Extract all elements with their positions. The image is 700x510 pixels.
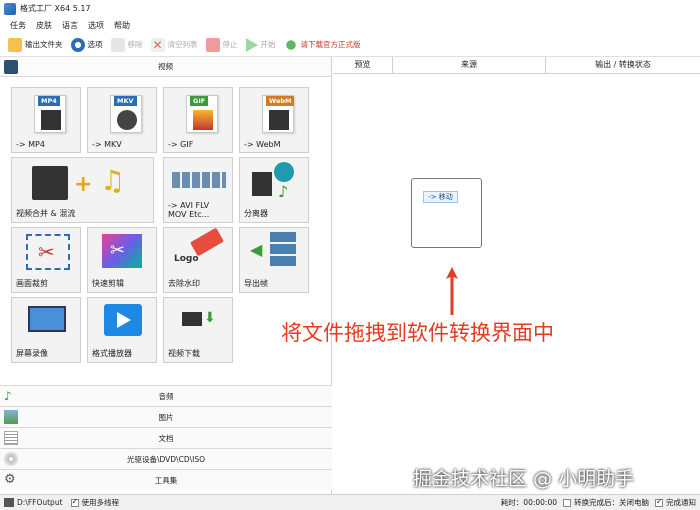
note-icon: ♪ xyxy=(278,182,289,201)
audio-icon: ♪ xyxy=(4,389,12,403)
output-folder-icon xyxy=(4,498,14,507)
clear-icon: ✕ xyxy=(150,37,165,52)
tile-to-gif[interactable]: GIF -> GIF xyxy=(163,87,233,153)
down-arrow-icon: ⬇ xyxy=(204,310,216,326)
status-bar: D:\FFOutput 使用多线程 耗时：00:00:00 转换完成后：关闭电脑… xyxy=(0,494,700,510)
output-folder-button[interactable]: 输出文件夹 xyxy=(8,37,63,52)
section-tools[interactable]: ⚙ 工具集 xyxy=(0,469,332,490)
left-panel: 视频 MP4 -> MP4 MKV -> MKV GIF -> GIF WebM… xyxy=(0,57,332,494)
music-note-icon: ♫ xyxy=(100,164,126,197)
drag-hint-text: 将文件拖拽到软件转换界面中 xyxy=(281,321,554,345)
toolbar: 输出文件夹 选项 移除 ✕ 清空列表 停止 开始 请下载官方正式版 xyxy=(0,33,700,57)
after-convert-label: 转换完成后：关闭电脑 xyxy=(574,498,649,507)
column-preview[interactable]: 预览 xyxy=(333,57,393,73)
tile-screen-record[interactable]: 屏幕录像 xyxy=(11,297,81,363)
output-path[interactable]: D:\FFOutput xyxy=(17,498,63,507)
column-output-status[interactable]: 输出 / 转换状态 xyxy=(546,57,700,73)
play-triangle-icon xyxy=(117,312,131,328)
tile-crop[interactable]: ✂ 画面裁剪 xyxy=(11,227,81,293)
film-icon xyxy=(4,60,18,74)
section-audio[interactable]: ♪ 音频 xyxy=(0,385,332,406)
scissors-icon: ✂ xyxy=(110,240,126,261)
film-download-icon xyxy=(182,312,202,326)
stop-button[interactable]: 停止 xyxy=(205,37,238,52)
app-icon xyxy=(4,2,16,15)
logo-text-icon: Logo xyxy=(174,254,199,264)
up-arrow-icon xyxy=(446,267,458,315)
start-button[interactable]: 开始 xyxy=(245,37,276,52)
title-bar: 格式工厂 X64 5.17 xyxy=(0,0,700,17)
window-title: 格式工厂 X64 5.17 xyxy=(20,4,91,13)
monitor-icon xyxy=(28,306,66,332)
menu-bar: 任务 皮肤 语言 选项 帮助 xyxy=(0,17,700,33)
download-official-link[interactable]: 请下载官方正式版 xyxy=(283,37,361,52)
tile-to-webm[interactable]: WebM -> WebM xyxy=(239,87,309,153)
reel-icon xyxy=(274,162,294,182)
tile-splitter[interactable]: ♪ 分离器 xyxy=(239,157,309,223)
menu-skin[interactable]: 皮肤 xyxy=(36,20,52,31)
play-icon xyxy=(245,37,258,52)
section-image[interactable]: 图片 xyxy=(0,406,332,427)
options-button[interactable]: 选项 xyxy=(70,37,103,52)
task-list-panel[interactable]: 预览 来源 输出 / 转换状态 -> 移动 将文件拖拽到软件转换界面中 掘金技术… xyxy=(281,57,700,494)
image-icon xyxy=(4,410,18,424)
collapsed-sections: ♪ 音频 图片 文档 光驱设备\DVD\CD\ISO ⚙ 工具集 xyxy=(0,385,332,490)
download-icon xyxy=(283,37,298,52)
document-icon xyxy=(4,431,18,445)
options-icon xyxy=(70,37,85,52)
multithread-label: 使用多线程 xyxy=(81,498,120,507)
drag-preview-box: -> 移动 xyxy=(411,178,482,248)
move-cursor-label: -> 移动 xyxy=(423,191,458,203)
tile-to-mp4[interactable]: MP4 -> MP4 xyxy=(11,87,81,153)
menu-language[interactable]: 语言 xyxy=(62,20,78,31)
stop-icon xyxy=(205,37,220,52)
frames-icon xyxy=(270,232,296,268)
menu-help[interactable]: 帮助 xyxy=(114,20,130,31)
remove-button[interactable]: 移除 xyxy=(110,37,143,52)
notify-checkbox[interactable] xyxy=(655,497,663,507)
tile-remove-watermark[interactable]: Logo 去除水印 xyxy=(163,227,233,293)
folder-icon xyxy=(8,37,22,52)
format-strip-icon xyxy=(172,172,226,188)
section-document[interactable]: 文档 xyxy=(0,427,332,448)
plus-icon: + xyxy=(74,172,93,197)
section-optical[interactable]: 光驱设备\DVD\CD\ISO xyxy=(0,448,332,469)
after-convert-checkbox[interactable] xyxy=(563,498,571,507)
gear-icon: ⚙ xyxy=(4,472,16,487)
video-section-header[interactable]: 视频 xyxy=(0,57,331,77)
menu-task[interactable]: 任务 xyxy=(10,20,26,31)
menu-options[interactable]: 选项 xyxy=(88,20,104,31)
disc-icon xyxy=(4,452,18,466)
tile-export-frames[interactable]: ◀ 导出帧 xyxy=(239,227,309,293)
clear-list-button[interactable]: ✕ 清空列表 xyxy=(150,37,198,52)
remove-icon xyxy=(110,37,125,52)
tile-to-avi-flv-mov[interactable]: -> AVI FLV MOV Etc... xyxy=(163,157,233,223)
task-list-header: 预览 来源 输出 / 转换状态 xyxy=(333,57,700,74)
multithread-checkbox[interactable] xyxy=(70,497,79,507)
notify-label: 完成通知 xyxy=(666,498,696,507)
tile-merge-mux[interactable]: + ♫ 视频合并 & 混流 xyxy=(11,157,154,223)
merge-film-icon xyxy=(32,166,68,200)
eraser-icon xyxy=(190,227,224,257)
tile-quick-clip[interactable]: ✂ 快速剪辑 xyxy=(87,227,157,293)
column-source[interactable]: 来源 xyxy=(393,57,546,73)
film-reel-icon xyxy=(252,172,272,196)
tile-to-mkv[interactable]: MKV -> MKV xyxy=(87,87,157,153)
arrow-left-icon: ◀ xyxy=(250,240,263,259)
elapsed-time: 耗时：00:00:00 xyxy=(500,498,557,507)
scissors-icon: ✂ xyxy=(38,240,55,264)
tile-video-download[interactable]: ⬇ 视频下载 xyxy=(163,297,233,363)
tile-player[interactable]: 格式播放器 xyxy=(87,297,157,363)
watermark-text: 掘金技术社区 @ 小明助手 xyxy=(413,468,635,490)
